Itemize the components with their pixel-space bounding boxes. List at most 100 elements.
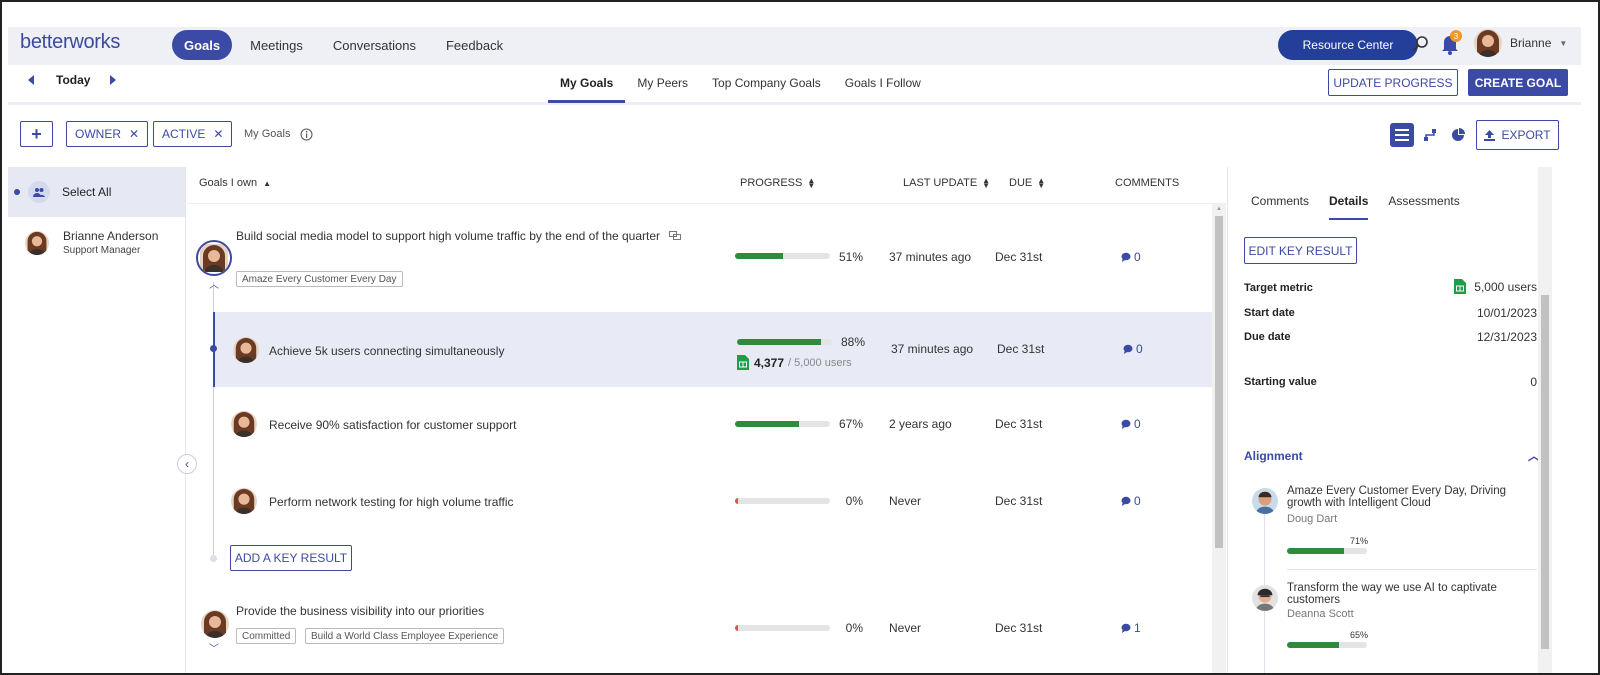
goal-row[interactable]: ︿ Build social media model to support hi… bbox=[187, 204, 1212, 312]
comments-count[interactable]: 1 bbox=[1121, 621, 1141, 635]
edit-key-result-button[interactable]: EDIT KEY RESULT bbox=[1244, 237, 1357, 264]
remove-filter-icon[interactable]: ✕ bbox=[129, 127, 139, 141]
sort-icon: ▲ ▼ bbox=[982, 176, 991, 190]
progress-column-header[interactable]: PROGRESS ▲ ▼ bbox=[740, 177, 815, 190]
nav-meetings[interactable]: Meetings bbox=[238, 30, 315, 60]
tab-goals-i-follow[interactable]: Goals I Follow bbox=[833, 65, 933, 103]
nav-feedback[interactable]: Feedback bbox=[434, 30, 515, 60]
add-key-result-button[interactable]: ADD A KEY RESULT bbox=[230, 545, 352, 571]
next-period-arrow-icon[interactable] bbox=[110, 75, 117, 85]
person-row[interactable]: Brianne Anderson Support Manager bbox=[8, 217, 185, 256]
progress-bar bbox=[735, 625, 830, 631]
comment-bubble-icon bbox=[1121, 496, 1131, 506]
last-update: 37 minutes ago bbox=[891, 342, 974, 356]
group-icon bbox=[28, 181, 50, 203]
chevron-down-icon[interactable]: ﹀ bbox=[209, 640, 219, 655]
due-date: Dec 31st bbox=[995, 494, 1043, 508]
chart-view-icon[interactable] bbox=[1446, 123, 1470, 147]
goals-scrollbar[interactable]: ▲ bbox=[1212, 204, 1226, 673]
create-goal-button[interactable]: CREATE GOAL bbox=[1468, 69, 1568, 96]
progress-fill bbox=[735, 498, 738, 504]
last-update-column-header[interactable]: LAST UPDATE ▲ ▼ bbox=[903, 176, 991, 190]
goal-owner-avatar bbox=[196, 240, 232, 276]
person-role: Support Manager bbox=[63, 245, 141, 256]
active-filter-chip[interactable]: ACTIVE ✕ bbox=[153, 121, 233, 147]
tree-view-icon[interactable] bbox=[1418, 123, 1442, 147]
alignment-owner: Deanna Scott bbox=[1287, 608, 1354, 620]
comments-count[interactable]: 0 bbox=[1121, 494, 1141, 508]
due-date: Dec 31st bbox=[997, 342, 1045, 356]
progress-fill bbox=[735, 421, 799, 427]
tab-details[interactable]: Details bbox=[1329, 191, 1369, 220]
notifications-bell-icon[interactable]: 3 bbox=[1440, 30, 1462, 60]
tab-assessments[interactable]: Assessments bbox=[1388, 191, 1459, 220]
goal-title[interactable]: Build social media model to support high… bbox=[236, 229, 682, 243]
previous-period-arrow-icon[interactable] bbox=[28, 75, 34, 85]
last-update: Never bbox=[889, 621, 922, 635]
alignment-section-header[interactable]: Alignment ︿ bbox=[1244, 449, 1540, 463]
tab-comments[interactable]: Comments bbox=[1251, 191, 1309, 220]
remove-filter-icon[interactable]: ✕ bbox=[213, 127, 223, 141]
nav-conversations[interactable]: Conversations bbox=[321, 30, 428, 60]
comments-count-value: 1 bbox=[1134, 621, 1141, 635]
alignment-progress-fill bbox=[1287, 642, 1339, 648]
comments-count-value: 0 bbox=[1134, 250, 1141, 264]
date-navigator: Today bbox=[28, 73, 117, 87]
goals-scrollbar-thumb[interactable] bbox=[1215, 216, 1223, 548]
owner-filter-chip[interactable]: OWNER ✕ bbox=[66, 121, 149, 147]
key-result-title[interactable]: Perform network testing for high volume … bbox=[269, 495, 514, 509]
info-icon[interactable] bbox=[300, 128, 313, 146]
tab-my-peers[interactable]: My Peers bbox=[625, 65, 700, 103]
select-all-row[interactable]: Select All bbox=[8, 167, 185, 217]
last-update-header-label: LAST UPDATE bbox=[903, 177, 978, 189]
alignment-item[interactable]: Amaze Every Customer Every Day, Driving … bbox=[1252, 485, 1542, 570]
user-avatar bbox=[1474, 29, 1502, 57]
key-result-row[interactable]: Receive 90% satisfaction for customer su… bbox=[187, 387, 1212, 463]
betterworks-logo[interactable]: betterworks bbox=[20, 31, 120, 54]
comments-count[interactable]: 0 bbox=[1121, 250, 1141, 264]
progress-bar bbox=[735, 498, 830, 504]
due-column-header[interactable]: DUE ▲ ▼ bbox=[1009, 177, 1045, 190]
export-label: EXPORT bbox=[1501, 128, 1551, 142]
nav-goals[interactable]: Goals bbox=[172, 30, 233, 60]
notification-count-badge: 3 bbox=[1450, 30, 1462, 42]
search-icon[interactable] bbox=[1412, 35, 1430, 58]
alignment-progress-bar bbox=[1287, 548, 1367, 554]
key-result-title[interactable]: Receive 90% satisfaction for customer su… bbox=[269, 418, 516, 432]
alignment-title: Amaze Every Customer Every Day, Driving … bbox=[1287, 485, 1506, 509]
comments-count[interactable]: 0 bbox=[1121, 417, 1141, 431]
alignment-item[interactable]: Transform the way we use AI to captivate… bbox=[1252, 582, 1542, 667]
goal-title[interactable]: Provide the business visibility into our… bbox=[236, 604, 484, 618]
list-view-icon[interactable] bbox=[1390, 123, 1414, 147]
user-menu[interactable]: Brianne ▼ bbox=[1474, 29, 1567, 57]
alignment-label: Alignment bbox=[1244, 449, 1303, 463]
goals-header-label: Goals I own bbox=[199, 177, 258, 189]
key-result-row[interactable]: Achieve 5k users connecting simultaneous… bbox=[210, 312, 1212, 387]
tab-my-goals[interactable]: My Goals bbox=[548, 65, 626, 103]
progress-bar bbox=[735, 421, 830, 427]
comments-count[interactable]: 0 bbox=[1123, 342, 1143, 356]
export-button[interactable]: EXPORT bbox=[1476, 120, 1559, 150]
due-date-value: 12/31/2023 bbox=[1476, 330, 1537, 344]
active-filter-label: ACTIVE bbox=[162, 127, 206, 141]
collapse-panel-chevron-icon[interactable]: ‹ bbox=[177, 454, 197, 474]
goals-column-header[interactable]: Goals I own ▲ bbox=[199, 177, 271, 189]
goal-row[interactable]: ﹀ Provide the business visibility into o… bbox=[187, 587, 1212, 673]
sort-asc-icon: ▲ bbox=[263, 178, 272, 188]
key-result-title[interactable]: Achieve 5k users connecting simultaneous… bbox=[269, 344, 504, 358]
scroll-up-arrow-icon[interactable]: ▲ bbox=[1216, 206, 1222, 212]
tab-top-company-goals[interactable]: Top Company Goals bbox=[700, 65, 833, 103]
due-date-label: Due date bbox=[1244, 331, 1291, 343]
details-scrollbar-thumb[interactable] bbox=[1541, 295, 1549, 649]
key-result-row[interactable]: Perform network testing for high volume … bbox=[187, 463, 1212, 539]
update-progress-button[interactable]: UPDATE PROGRESS bbox=[1328, 69, 1458, 96]
details-scrollbar[interactable] bbox=[1538, 167, 1552, 673]
progress-percent: 0% bbox=[845, 621, 863, 635]
goal-tag: Committed bbox=[236, 628, 297, 644]
chevron-up-icon[interactable]: ︿ bbox=[209, 276, 219, 291]
key-result-owner-avatar bbox=[231, 411, 257, 437]
resource-center-button[interactable]: Resource Center bbox=[1278, 30, 1418, 60]
progress-fill bbox=[735, 253, 784, 259]
add-filter-button[interactable]: + bbox=[20, 121, 53, 147]
upload-icon bbox=[1484, 129, 1496, 141]
